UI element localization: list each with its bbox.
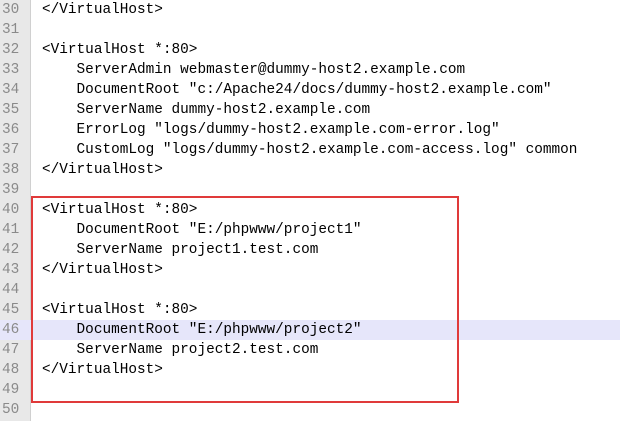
code-line[interactable]: 45 <VirtualHost *:80> <box>0 300 620 320</box>
code-line[interactable]: 40 <VirtualHost *:80> <box>0 200 620 220</box>
code-line[interactable]: 38 </VirtualHost> <box>0 160 620 180</box>
code-line[interactable]: 31 <box>0 20 620 40</box>
line-text[interactable]: DocumentRoot "E:/phpwww/project1" <box>42 220 362 240</box>
line-number: 46 <box>2 322 20 338</box>
current-code-line[interactable]: 46 DocumentRoot "E:/phpwww/project2" <box>0 320 620 340</box>
line-text[interactable]: <VirtualHost *:80> <box>42 200 197 220</box>
line-text[interactable]: </VirtualHost> <box>42 0 163 20</box>
line-number: 45 <box>2 302 20 318</box>
line-text[interactable]: CustomLog "logs/dummy-host2.example.com-… <box>42 140 578 160</box>
line-number: 30 <box>2 2 20 18</box>
code-line[interactable]: 39 <box>0 180 620 200</box>
line-text[interactable]: ErrorLog "logs/dummy-host2.example.com-e… <box>42 120 500 140</box>
line-number: 39 <box>2 182 20 198</box>
line-number: 38 <box>2 162 20 178</box>
line-number: 48 <box>2 362 20 378</box>
line-text[interactable]: ServerName project1.test.com <box>42 240 319 260</box>
line-number: 42 <box>2 242 20 258</box>
line-number: 32 <box>2 42 20 58</box>
code-editor[interactable]: 30 </VirtualHost> 31 32 <VirtualHost *:80>… <box>0 0 620 421</box>
code-lines[interactable]: 30 </VirtualHost> 31 32 <VirtualHost *:80>… <box>0 0 620 420</box>
code-line[interactable]: 33 ServerAdmin webmaster@dummy-host2.exa… <box>0 60 620 80</box>
line-number: 31 <box>2 22 20 38</box>
line-number: 47 <box>2 342 20 358</box>
line-number: 33 <box>2 62 20 78</box>
line-text[interactable]: <VirtualHost *:80> <box>42 40 197 60</box>
code-line[interactable]: 50 <box>0 400 620 420</box>
line-number: 44 <box>2 282 20 298</box>
code-line[interactable]: 49 <box>0 380 620 400</box>
line-text[interactable]: </VirtualHost> <box>42 360 163 380</box>
code-line[interactable]: 47 ServerName project2.test.com <box>0 340 620 360</box>
line-number: 43 <box>2 262 20 278</box>
line-text[interactable]: <VirtualHost *:80> <box>42 300 197 320</box>
code-line[interactable]: 41 DocumentRoot "E:/phpwww/project1" <box>0 220 620 240</box>
line-number: 35 <box>2 102 20 118</box>
line-text[interactable]: </VirtualHost> <box>42 260 163 280</box>
line-number: 36 <box>2 122 20 138</box>
code-line[interactable]: 37 CustomLog "logs/dummy-host2.example.c… <box>0 140 620 160</box>
code-line[interactable]: 32 <VirtualHost *:80> <box>0 40 620 60</box>
code-line[interactable]: 30 </VirtualHost> <box>0 0 620 20</box>
code-line[interactable]: 35 ServerName dummy-host2.example.com <box>0 100 620 120</box>
code-line[interactable]: 34 DocumentRoot "c:/Apache24/docs/dummy-… <box>0 80 620 100</box>
code-line[interactable]: 43 </VirtualHost> <box>0 260 620 280</box>
line-number: 41 <box>2 222 20 238</box>
line-number: 34 <box>2 82 20 98</box>
line-text[interactable]: ServerName project2.test.com <box>42 340 319 360</box>
line-text[interactable]: ServerName dummy-host2.example.com <box>42 100 371 120</box>
line-text[interactable]: DocumentRoot "E:/phpwww/project2" <box>42 320 362 340</box>
line-text[interactable]: ServerAdmin webmaster@dummy-host2.exampl… <box>42 60 466 80</box>
code-line[interactable]: 44 <box>0 280 620 300</box>
line-number: 49 <box>2 382 20 398</box>
code-line[interactable]: 42 ServerName project1.test.com <box>0 240 620 260</box>
line-number: 40 <box>2 202 20 218</box>
code-line[interactable]: 36 ErrorLog "logs/dummy-host2.example.co… <box>0 120 620 140</box>
line-number: 50 <box>2 402 20 418</box>
code-line[interactable]: 48 </VirtualHost> <box>0 360 620 380</box>
line-text[interactable]: </VirtualHost> <box>42 160 163 180</box>
line-number: 37 <box>2 142 20 158</box>
line-text[interactable]: DocumentRoot "c:/Apache24/docs/dummy-hos… <box>42 80 552 100</box>
